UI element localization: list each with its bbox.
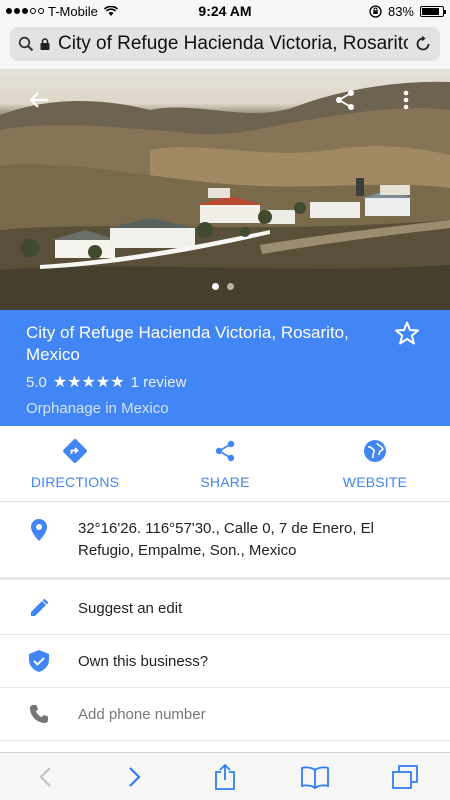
back-button[interactable] bbox=[22, 83, 56, 117]
more-options-button[interactable] bbox=[389, 83, 423, 117]
share-button-top[interactable] bbox=[328, 83, 362, 117]
rating-row[interactable]: 5.0 ★★★★★ 1 review bbox=[26, 372, 424, 392]
add-phone-icon-wrap bbox=[0, 704, 78, 724]
own-business-row[interactable]: Own this business? bbox=[0, 635, 450, 688]
carousel-dot[interactable] bbox=[227, 283, 234, 290]
verified-shield-icon bbox=[29, 650, 49, 672]
more-vert-icon bbox=[403, 90, 409, 110]
place-info-header: City of Refuge Hacienda Victoria, Rosari… bbox=[0, 310, 450, 426]
pencil-icon bbox=[31, 598, 49, 616]
place-category: Orphanage in Mexico bbox=[26, 400, 169, 417]
own-business-label: Own this business? bbox=[78, 652, 209, 670]
rating-stars: ★★★★★ bbox=[52, 374, 125, 391]
website-button[interactable]: WEBSITE bbox=[300, 426, 450, 501]
website-label: WEBSITE bbox=[342, 473, 408, 490]
bookmarks-button[interactable] bbox=[293, 759, 337, 795]
browser-forward-button[interactable] bbox=[113, 759, 157, 795]
orientation-lock-icon bbox=[369, 4, 382, 18]
wifi-icon bbox=[103, 6, 118, 16]
phone-icon bbox=[30, 705, 48, 723]
status-bar: T-Mobile 9:24 AM 83% bbox=[0, 0, 450, 22]
place-photo[interactable] bbox=[0, 70, 450, 310]
directions-icon bbox=[63, 438, 87, 463]
back-arrow-icon bbox=[29, 92, 48, 108]
share-icon bbox=[336, 90, 354, 110]
add-phone-label: Add phone number bbox=[78, 705, 206, 723]
review-count: 1 review bbox=[130, 373, 187, 391]
reload-icon[interactable] bbox=[414, 35, 432, 53]
add-phone-row[interactable]: Add phone number bbox=[0, 688, 450, 741]
browser-share-button[interactable] bbox=[203, 759, 247, 795]
action-bar: DIRECTIONS SHARE WEBSITE bbox=[0, 426, 450, 502]
address-bar[interactable]: City of Refuge Hacienda Victoria, Rosari… bbox=[10, 27, 440, 61]
signal-strength-icon bbox=[6, 8, 44, 14]
url-text: City of Refuge Hacienda Victoria, Rosari… bbox=[58, 33, 408, 54]
clock: 9:24 AM bbox=[198, 3, 252, 19]
search-icon bbox=[18, 36, 34, 52]
chevron-left-icon bbox=[39, 766, 51, 787]
address-text: 32°16'26. 116°57'30., Calle 0, 7 de Ener… bbox=[78, 520, 374, 559]
star-outline-icon[interactable] bbox=[394, 320, 420, 346]
globe-icon bbox=[364, 439, 386, 462]
address-row[interactable]: 32°16'26. 116°57'30., Calle 0, 7 de Ener… bbox=[0, 502, 450, 580]
rating-value: 5.0 bbox=[26, 373, 47, 391]
photo-carousel-indicator bbox=[212, 283, 234, 290]
status-left: T-Mobile bbox=[0, 4, 160, 19]
book-icon bbox=[301, 766, 329, 789]
browser-toolbar bbox=[0, 752, 450, 800]
browser-address-area: City of Refuge Hacienda Victoria, Rosari… bbox=[0, 22, 450, 70]
own-business-icon-wrap bbox=[0, 649, 78, 673]
directions-label: DIRECTIONS bbox=[30, 473, 120, 490]
location-pin-icon bbox=[31, 519, 47, 541]
share-button[interactable]: SHARE bbox=[150, 426, 300, 501]
place-title: City of Refuge Hacienda Victoria, Rosari… bbox=[26, 323, 349, 364]
lock-icon bbox=[40, 38, 50, 50]
battery-percent: 83% bbox=[387, 3, 414, 19]
directions-button[interactable]: DIRECTIONS bbox=[0, 426, 150, 501]
tabs-button[interactable] bbox=[383, 759, 427, 795]
tabs-icon bbox=[392, 764, 418, 789]
carousel-dot[interactable] bbox=[212, 283, 219, 290]
battery-icon bbox=[420, 5, 446, 17]
status-right: 83% bbox=[290, 4, 450, 19]
suggest-edit-label: Suggest an edit bbox=[78, 599, 183, 617]
suggest-edit-row[interactable]: Suggest an edit bbox=[0, 582, 450, 635]
browser-back-button[interactable] bbox=[23, 759, 67, 795]
photo-landscape bbox=[0, 81, 450, 310]
address-icon-wrap bbox=[0, 518, 78, 542]
share-box-icon bbox=[215, 763, 235, 790]
chevron-right-icon bbox=[129, 766, 141, 787]
suggest-edit-icon-wrap bbox=[0, 597, 78, 619]
share-label: SHARE bbox=[200, 473, 250, 490]
carrier-name: T-Mobile bbox=[48, 3, 98, 19]
share-icon bbox=[215, 440, 235, 461]
